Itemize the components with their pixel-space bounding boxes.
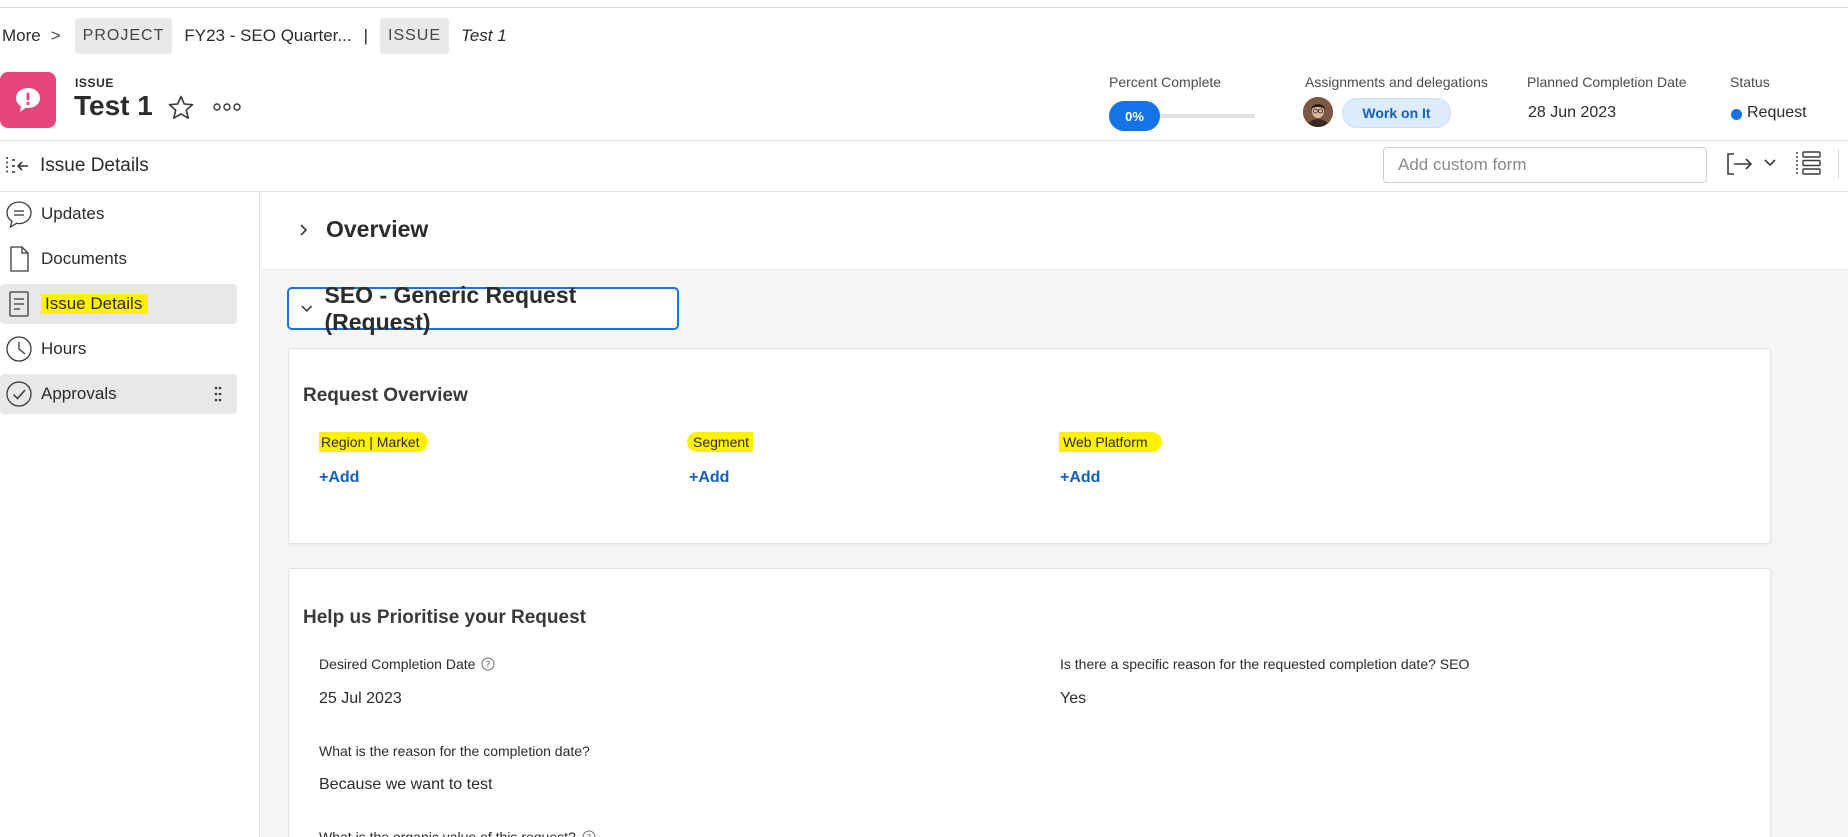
- collapse-panel-icon[interactable]: [4, 153, 30, 179]
- status-value[interactable]: Request: [1747, 104, 1807, 122]
- sidebar-item-documents[interactable]: Documents: [0, 239, 237, 279]
- section-header-seo-request[interactable]: SEO - Generic Request (Request): [287, 282, 679, 335]
- document-icon: [10, 246, 29, 272]
- sidebar-item-issue-details[interactable]: Issue Details: [0, 284, 237, 324]
- field-label-web-platform: Web Platform: [1059, 432, 1162, 452]
- percent-complete-value[interactable]: 0%: [1109, 101, 1160, 131]
- sidebar: Updates Documents Issue Details Hours Ap…: [0, 192, 260, 837]
- section-title: SEO - Generic Request (Request): [324, 281, 577, 335]
- chevron-down-icon[interactable]: [1762, 155, 1778, 171]
- list-view-icon[interactable]: [1793, 149, 1823, 177]
- breadcrumb-separator: >: [50, 26, 61, 45]
- info-icon[interactable]: ?: [481, 657, 495, 671]
- assignments-label: Assignments and delegations: [1305, 74, 1488, 90]
- clock-icon: [6, 336, 32, 362]
- breadcrumb-pipe: |: [363, 26, 368, 45]
- breadcrumb-project-link[interactable]: FY23 - SEO Quarter...: [184, 26, 351, 46]
- chevron-right-icon[interactable]: [296, 222, 312, 238]
- desired-completion-value[interactable]: 25 Jul 2023: [319, 690, 402, 708]
- star-icon[interactable]: [167, 94, 195, 122]
- issue-logo: [0, 72, 56, 128]
- sidebar-item-label: Documents: [41, 249, 127, 268]
- toolbar-divider: [1838, 149, 1839, 179]
- svg-text:?: ?: [586, 834, 591, 837]
- specific-reason-value[interactable]: Yes: [1060, 690, 1086, 708]
- avatar-image: [1303, 97, 1333, 127]
- breadcrumb-more-link[interactable]: More: [0, 26, 41, 46]
- chevron-down-icon: [301, 305, 313, 312]
- svg-text:?: ?: [486, 661, 491, 671]
- card-title: Request Overview: [303, 385, 468, 406]
- details-icon: [9, 291, 29, 317]
- sidebar-item-label: Approvals: [41, 384, 117, 403]
- overview-title[interactable]: Overview: [326, 216, 428, 243]
- field-label-segment: Segment: [687, 432, 754, 452]
- status-dot: [1731, 109, 1742, 120]
- desired-completion-label: Desired Completion Date?: [319, 656, 495, 672]
- add-region-market-link[interactable]: +Add: [319, 469, 359, 487]
- issue-type-label: ISSUE: [75, 76, 115, 90]
- percent-complete-label: Percent Complete: [1109, 74, 1222, 90]
- reason-value[interactable]: Because we want to test: [319, 776, 492, 794]
- sidebar-item-approvals[interactable]: Approvals: [0, 374, 237, 414]
- sidebar-item-label: Updates: [41, 204, 105, 223]
- drag-handle-icon[interactable]: [213, 385, 223, 403]
- specific-reason-label: Is there a specific reason for the reque…: [1060, 656, 1470, 672]
- request-overview-card: Request Overview Region | Market +Add Se…: [288, 348, 1771, 544]
- sidebar-item-label: Hours: [41, 339, 87, 358]
- reason-label: What is the reason for the completion da…: [319, 743, 590, 759]
- planned-completion-label: Planned Completion Date: [1527, 74, 1687, 90]
- sidebar-item-hours[interactable]: Hours: [0, 329, 237, 369]
- check-circle-icon: [6, 381, 32, 407]
- work-on-it-button[interactable]: Work on It: [1342, 98, 1451, 128]
- card-title: Help us Prioritise your Request: [303, 607, 586, 628]
- breadcrumb: More > PROJECT FY23 - SEO Quarter... | I…: [0, 18, 507, 54]
- add-web-platform-link[interactable]: +Add: [1060, 469, 1100, 487]
- project-chip: PROJECT: [74, 18, 173, 54]
- status-label: Status: [1730, 74, 1770, 90]
- export-icon[interactable]: [1725, 150, 1755, 178]
- issue-chip: ISSUE: [380, 18, 450, 54]
- info-icon[interactable]: ?: [582, 830, 596, 837]
- avatar[interactable]: [1303, 97, 1333, 127]
- field-label-region-market: Region | Market: [319, 432, 428, 452]
- page-title: Test 1: [74, 90, 153, 121]
- prioritise-request-card: Help us Prioritise your Request Desired …: [288, 568, 1771, 837]
- comment-icon: [6, 201, 32, 229]
- organic-value-label: What is the organic value of this reques…: [319, 829, 596, 837]
- sidebar-item-label: Issue Details: [41, 294, 149, 314]
- add-custom-form-input[interactable]: [1383, 147, 1707, 183]
- breadcrumb-issue-name: Test 1: [461, 26, 507, 45]
- overview-section[interactable]: [261, 192, 1848, 270]
- sidebar-item-updates[interactable]: Updates: [0, 194, 237, 234]
- add-segment-link[interactable]: +Add: [689, 469, 729, 487]
- header-divider: [0, 140, 1848, 141]
- panel-title: Issue Details: [40, 155, 149, 176]
- issue-icon: [16, 88, 40, 112]
- more-options-icon[interactable]: [212, 98, 242, 116]
- planned-completion-value[interactable]: 28 Jun 2023: [1528, 104, 1616, 122]
- top-divider: [0, 7, 1848, 8]
